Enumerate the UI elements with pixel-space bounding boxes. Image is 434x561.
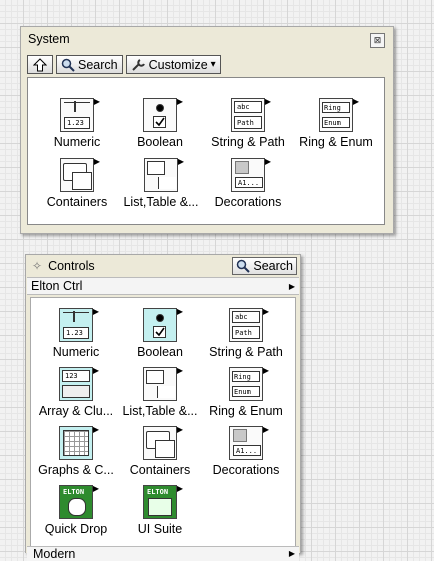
system-toolbar: Search Customize ▾ [27, 55, 221, 74]
palette-item-label: Array & Clu... [38, 404, 114, 418]
palette-item-label: Decorations [214, 195, 282, 209]
palette-item-label: Boolean [137, 345, 183, 359]
controls-palette-items: 1.23 ▶ Numeric ▶ Boolean abc Path ▶ Stri… [30, 297, 296, 547]
controls-palette: ✧ Controls Search Elton Ctrl ▶ 1.23 ▶ Nu… [25, 254, 301, 561]
search-button-label: Search [78, 57, 118, 72]
up-arrow-icon [33, 57, 47, 71]
list-table-icon: ▶ [143, 367, 183, 401]
customize-button[interactable]: Customize ▾ [125, 55, 221, 74]
palette-item-label: String & Path [211, 135, 285, 149]
ring-enum-icon: Ring Enum ▶ [229, 367, 269, 401]
system-palette-titlebar[interactable]: System [21, 27, 393, 51]
array-cluster-icon: 123 ▶ [59, 367, 99, 401]
controls-palette-title: Controls [48, 259, 95, 273]
palette-item-label: Ring & Enum [209, 404, 283, 418]
palette-item-numeric[interactable]: 1.23 ▶ Numeric [41, 308, 111, 360]
palette-item-numeric[interactable]: 1.23 ▶ Numeric [42, 98, 112, 150]
expand-arrow-icon: ▶ [288, 281, 295, 291]
search-button[interactable]: Search [56, 55, 123, 74]
customize-button-label: Customize [148, 57, 208, 72]
pin-icon[interactable]: ✧ [32, 259, 42, 273]
search-icon [237, 259, 251, 273]
palette-item-label: Containers [46, 195, 108, 209]
containers-icon: ▶ [143, 426, 183, 460]
palette-item-containers[interactable]: ▶ Containers [40, 158, 114, 210]
ring-enum-icon: Ring Enum ▶ [319, 98, 359, 132]
ui-suite-icon: ELTON ▶ [143, 485, 183, 519]
boolean-icon: ▶ [143, 308, 183, 342]
search-icon [61, 58, 75, 72]
palette-item-list-table[interactable]: ▶ List,Table &... [119, 158, 203, 210]
search-button-label: Search [253, 259, 293, 273]
palette-item-label: Numeric [53, 135, 101, 149]
category-header[interactable]: Elton Ctrl ▶ [27, 277, 299, 295]
graph-icon: ▶ [59, 426, 99, 460]
palette-item-label: List,Table &... [122, 404, 198, 418]
palette-item-string-path[interactable]: abc Path ▶ String & Path [206, 98, 290, 150]
category-label: Elton Ctrl [31, 279, 83, 293]
system-palette-title: System [28, 32, 70, 46]
system-palette-items: 1.23 ▶ Numeric ▶ Boolean abc Path ▶ Stri… [27, 77, 385, 225]
palette-item-label: Numeric [52, 345, 100, 359]
containers-icon: ▶ [60, 158, 100, 192]
close-icon[interactable]: ⊠ [370, 33, 385, 48]
palette-item-label: UI Suite [137, 522, 183, 536]
navigate-up-button[interactable] [27, 55, 53, 74]
numeric-icon: 1.23 ▶ [59, 308, 99, 342]
decorations-icon: A1... ▶ [231, 158, 271, 192]
chevron-down-icon: ▾ [210, 59, 216, 70]
palette-item-boolean[interactable]: ▶ Boolean [125, 98, 195, 150]
quick-drop-icon: ELTON ▶ [59, 485, 99, 519]
palette-item-label: Boolean [137, 135, 183, 149]
palette-item-list-table[interactable]: ▶ List,Table &... [119, 367, 201, 419]
expand-arrow-icon: ▶ [288, 549, 295, 558]
decorations-icon: A1... ▶ [229, 426, 269, 460]
palette-item-quick-drop[interactable]: ELTON ▶ Quick Drop [35, 485, 117, 537]
palette-item-label: Quick Drop [44, 522, 108, 536]
palette-item-label: List,Table &... [123, 195, 199, 209]
palette-item-label: Decorations [212, 463, 280, 477]
list-table-icon: ▶ [144, 158, 184, 192]
palette-item-ring-enum[interactable]: Ring Enum ▶ Ring & Enum [294, 98, 378, 150]
system-palette: System ⊠ Search Customize ▾ 1.23 ▶ Numer… [20, 26, 394, 234]
string-path-icon: abc Path ▶ [229, 308, 269, 342]
string-path-icon: abc Path ▶ [231, 98, 271, 132]
category-header[interactable]: Modern ▶ [27, 546, 299, 561]
palette-item-ui-suite[interactable]: ELTON ▶ UI Suite [121, 485, 199, 537]
palette-item-graphs[interactable]: ▶ Graphs & C... [35, 426, 117, 478]
palette-item-decorations[interactable]: A1... ▶ Decorations [206, 158, 290, 210]
palette-item-array-cluster[interactable]: 123 ▶ Array & Clu... [35, 367, 117, 419]
palette-item-boolean[interactable]: ▶ Boolean [125, 308, 195, 360]
palette-item-label: Ring & Enum [299, 135, 373, 149]
palette-item-containers[interactable]: ▶ Containers [121, 426, 199, 478]
boolean-icon: ▶ [143, 98, 183, 132]
palette-item-label: Graphs & C... [38, 463, 114, 477]
search-button[interactable]: Search [232, 257, 297, 275]
category-label: Modern [33, 547, 76, 561]
palette-item-ring-enum[interactable]: Ring Enum ▶ Ring & Enum [203, 367, 289, 419]
palette-item-label: Containers [129, 463, 191, 477]
palette-item-string-path[interactable]: abc Path ▶ String & Path [203, 308, 289, 360]
wrench-icon [131, 58, 145, 71]
numeric-icon: 1.23 ▶ [60, 98, 100, 132]
palette-item-label: String & Path [209, 345, 283, 359]
palette-item-decorations[interactable]: A1... ▶ Decorations [203, 426, 289, 478]
